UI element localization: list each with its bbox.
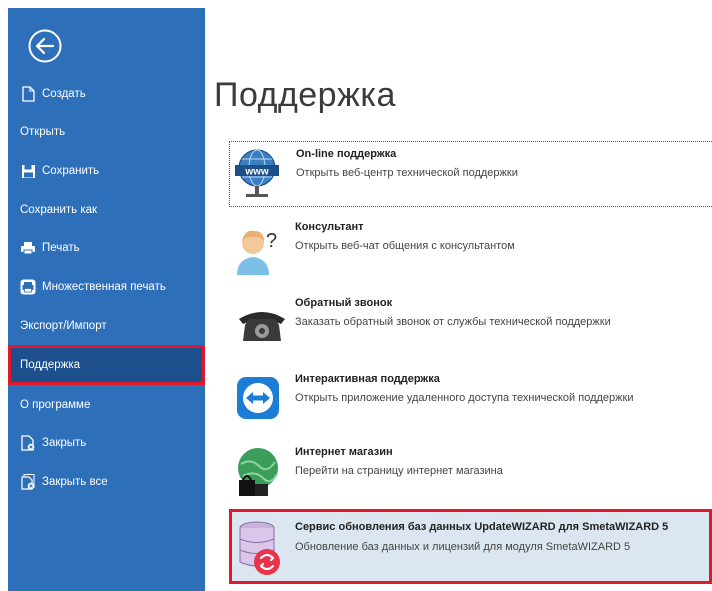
svg-text:?: ? <box>266 230 277 252</box>
phone-icon <box>233 295 289 351</box>
teamviewer-icon <box>233 371 289 427</box>
sidebar-item-save-as[interactable]: Сохранить как <box>8 192 205 228</box>
option-title: On-line поддержка <box>296 148 397 160</box>
sidebar-item-label: Экспорт/Импорт <box>20 320 107 332</box>
print-icon <box>20 240 36 256</box>
sidebar-item-export-import[interactable]: Экспорт/Импорт <box>8 308 205 344</box>
globe-www-icon: www <box>234 146 290 202</box>
sidebar-item-print[interactable]: Печать <box>8 230 205 266</box>
sidebar-item-label: О программе <box>20 399 91 411</box>
close-all-icon <box>20 474 36 490</box>
sidebar-item-label: Открыть <box>20 126 66 138</box>
svg-text:www: www <box>244 167 269 178</box>
page-title: Поддержка <box>214 76 396 114</box>
sidebar-item-open[interactable]: Открыть <box>8 114 205 150</box>
shop-icon <box>233 444 289 500</box>
back-arrow-icon <box>28 29 62 63</box>
option-description: Открыть веб-чат общения с консультантом <box>295 240 515 252</box>
option-description: Обновление баз данных и лицензий для мод… <box>295 541 631 553</box>
sidebar-item-label: Закрыть все <box>42 476 108 488</box>
option-callback[interactable]: Обратный звонок Заказать обратный звонок… <box>229 291 712 357</box>
save-icon <box>20 163 36 179</box>
sidebar-item-close[interactable]: Закрыть <box>8 425 205 461</box>
multi-print-icon <box>20 279 36 295</box>
sidebar-item-label: Печать <box>42 242 80 254</box>
sidebar-item-label: Закрыть <box>42 437 87 449</box>
option-consultant[interactable]: ? Консультант Открыть веб-чат общения с … <box>229 215 712 281</box>
option-description: Открыть веб-центр технической поддержки <box>296 167 518 179</box>
sidebar-item-close-all[interactable]: Закрыть все <box>8 464 205 500</box>
sidebar-item-label: Поддержка <box>20 359 80 371</box>
option-title: Интернет магазин <box>295 446 393 458</box>
option-description: Открыть приложение удаленного доступа те… <box>295 392 634 404</box>
sidebar-item-save[interactable]: Сохранить <box>8 153 205 189</box>
option-title: Обратный звонок <box>295 297 393 309</box>
option-title: Сервис обновления баз данных UpdateWIZAR… <box>295 521 669 533</box>
sidebar-item-create[interactable]: Создать <box>8 76 205 112</box>
database-update-icon <box>233 518 289 575</box>
sidebar-item-about[interactable]: О программе <box>8 387 205 423</box>
sidebar-item-label: Создать <box>42 88 86 100</box>
sidebar-item-multi-print[interactable]: Множественная печать <box>8 269 205 305</box>
option-title: Консультант <box>295 221 364 233</box>
option-interactive-support[interactable]: Интерактивная поддержка Открыть приложен… <box>229 367 712 433</box>
close-file-icon <box>20 435 36 451</box>
sidebar-item-label: Множественная печать <box>42 281 166 293</box>
option-online-shop[interactable]: Интернет магазин Перейти на страницу инт… <box>229 440 712 506</box>
sidebar-item-label: Сохранить <box>42 165 100 177</box>
sidebar-item-support[interactable]: Поддержка <box>8 345 205 385</box>
new-file-icon <box>20 86 36 102</box>
option-description: Заказать обратный звонок от службы техни… <box>295 316 611 328</box>
consultant-icon: ? <box>233 219 289 275</box>
option-title: Интерактивная поддержка <box>295 373 440 385</box>
option-description: Перейти на страницу интернет магазина <box>295 465 503 477</box>
option-update-wizard[interactable]: Сервис обновления баз данных UpdateWIZAR… <box>229 509 712 584</box>
backstage-window: Создать Открыть Сохранить Сохранить как … <box>0 0 712 591</box>
back-button[interactable] <box>27 28 63 64</box>
sidebar-item-label: Сохранить как <box>20 204 98 216</box>
option-online-support[interactable]: www On-line поддержка Открыть веб-центр … <box>229 141 712 207</box>
